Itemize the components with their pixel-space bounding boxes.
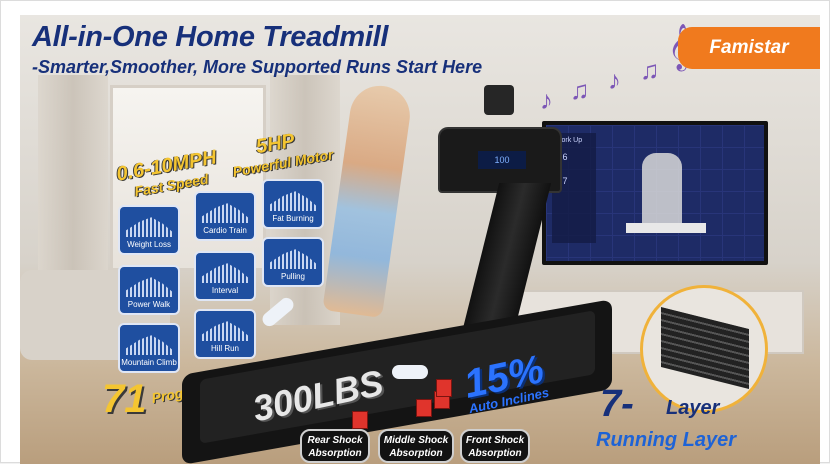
middle-shock-pad <box>416 399 432 417</box>
program-tile: Pulling <box>262 237 324 287</box>
program-chart-icon <box>270 191 316 211</box>
program-tile: Hill Run <box>194 309 256 359</box>
rear-shock-label: Rear Shock Absorption <box>300 429 370 463</box>
program-tile: Fat Burning <box>262 179 324 229</box>
music-notes-decoration: ♪ ♫ ♪ ♫ 𝄞 <box>540 25 692 115</box>
program-chart-icon <box>126 335 172 355</box>
program-chart-icon <box>202 321 248 341</box>
program-chart-icon <box>270 249 316 269</box>
runner-shoe <box>392 365 428 379</box>
program-chart-icon <box>202 263 248 283</box>
tv-runner-figure <box>642 153 682 233</box>
layer-word: Layer <box>666 397 720 419</box>
front-shock-label: Front Shock Absorption <box>460 429 530 463</box>
program-tile: Cardio Train <box>194 191 256 241</box>
product-photo: Work Up 0.6 0 2.7 0 ♪ ♫ ♪ ♫ 𝄞 All-in-One… <box>20 15 820 464</box>
programs-count: 71 <box>102 377 147 421</box>
layer-stack <box>661 307 749 389</box>
program-tile: Interval <box>194 251 256 301</box>
rear-shock-pad <box>352 411 368 429</box>
console-display: 100 <box>478 151 526 169</box>
front-shock-pad <box>436 379 452 397</box>
running-layer-closeup <box>640 285 768 413</box>
program-tile: Power Walk <box>118 265 180 315</box>
tv-screen: Work Up 0.6 0 2.7 0 <box>542 121 768 265</box>
program-tile: Mountain Climb <box>118 323 180 373</box>
layer-count: 7- <box>600 383 634 425</box>
program-chart-icon <box>126 277 172 297</box>
headline: All-in-One Home Treadmill <box>32 21 389 53</box>
image-frame: Work Up 0.6 0 2.7 0 ♪ ♫ ♪ ♫ 𝄞 All-in-One… <box>0 0 830 464</box>
brand-logo: Famistar <box>678 27 820 69</box>
program-chart-icon <box>126 217 172 237</box>
program-tile: Weight Loss <box>118 205 180 255</box>
subheadline: -Smarter,Smoother, More Supported Runs S… <box>32 57 483 77</box>
phone-holder <box>484 85 514 115</box>
tv-treadmill <box>626 223 706 233</box>
program-chart-icon <box>202 203 248 223</box>
running-layer-label: Running Layer <box>596 429 737 451</box>
middle-shock-label: Middle Shock Absorption <box>378 429 454 463</box>
